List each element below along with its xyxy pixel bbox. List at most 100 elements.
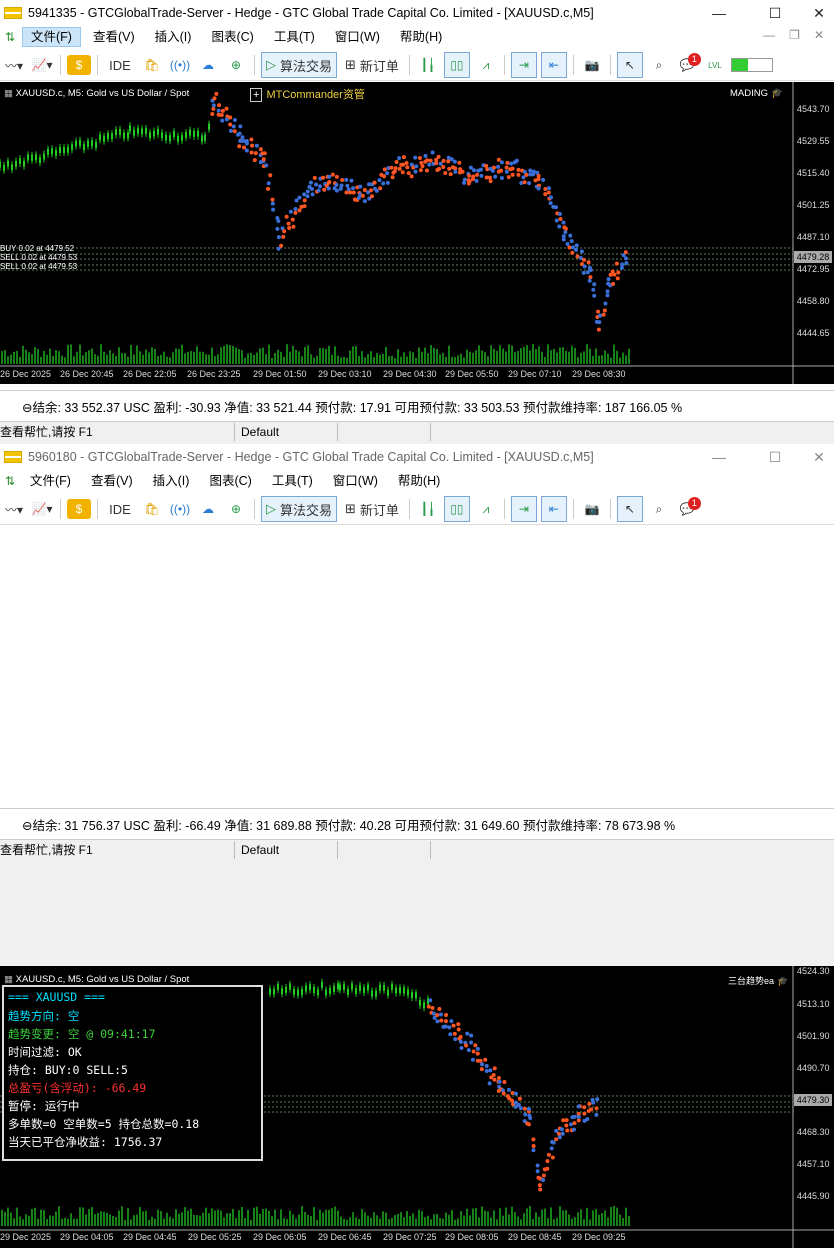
- menu-window[interactable]: 窗口(W): [325, 472, 386, 490]
- order-marker: [436, 154, 441, 159]
- bar-chart-icon[interactable]: ┃╽: [416, 53, 440, 77]
- title-bar[interactable]: 5941335 - GTCGlobalTrade-Server - Hedge …: [0, 0, 834, 26]
- line-chart-icon[interactable]: 〰▾: [2, 53, 26, 77]
- mdi-restore-icon[interactable]: ❐: [789, 28, 800, 42]
- candlestick-icon[interactable]: ▯▯: [443, 496, 470, 522]
- menu-tools[interactable]: 工具(T): [264, 472, 321, 490]
- line-icon[interactable]: ⩘: [474, 497, 498, 521]
- candle-body: [95, 141, 97, 148]
- menu-window[interactable]: 窗口(W): [327, 28, 388, 46]
- ide-button[interactable]: IDE: [104, 497, 136, 521]
- price-chart[interactable]: ▦ XAUUSD.c, M5: Gold vs US Dollar / Spot…: [0, 966, 834, 1248]
- chart-canvas[interactable]: [0, 82, 834, 384]
- cloud-icon[interactable]: ☁: [196, 53, 220, 77]
- minimize-icon[interactable]: —: [696, 444, 742, 470]
- close-icon[interactable]: ✕: [796, 444, 834, 470]
- signal-icon[interactable]: ((•)): [168, 53, 192, 77]
- menu-tools[interactable]: 工具(T): [266, 28, 323, 46]
- order-marker: [470, 1057, 475, 1062]
- notification-badge: 1: [687, 497, 701, 510]
- order-marker: [487, 1081, 492, 1086]
- order-marker: [237, 131, 242, 136]
- chart-menu-icon[interactable]: ⇅: [2, 473, 18, 489]
- ea-box-icon: +: [250, 88, 263, 102]
- close-icon[interactable]: ✕: [796, 0, 834, 26]
- market-bag-icon[interactable]: 🛍: [140, 497, 164, 521]
- algo-trading-button[interactable]: ▷ 算法交易: [261, 52, 338, 78]
- chart-shift-icon[interactable]: ⇤: [540, 52, 567, 78]
- toolbar-separator: [60, 55, 61, 75]
- cursor-icon[interactable]: ↖: [616, 496, 643, 522]
- market-bag-icon[interactable]: 🛍: [140, 53, 164, 77]
- order-marker: [404, 161, 409, 166]
- candle-body: [31, 154, 33, 161]
- search-icon[interactable]: ⌕: [647, 497, 671, 521]
- bar-chart-icon[interactable]: ┃╽: [416, 497, 440, 521]
- order-marker: [460, 169, 465, 174]
- cloud-icon[interactable]: ☁: [196, 497, 220, 521]
- candle-body: [337, 983, 339, 990]
- chart-type-icon[interactable]: 📈▾: [30, 53, 54, 77]
- order-marker: [531, 172, 536, 177]
- order-marker: [624, 261, 629, 266]
- ide-button[interactable]: IDE: [104, 53, 136, 77]
- menu-help[interactable]: 帮助(H): [390, 472, 448, 490]
- order-marker: [339, 183, 344, 188]
- notifications-icon[interactable]: 💬 1: [675, 497, 701, 521]
- order-marker: [553, 205, 558, 210]
- profile-name[interactable]: Default: [235, 841, 338, 859]
- candlestick-icon[interactable]: ▯▯: [443, 52, 470, 78]
- mdi-minimize-icon[interactable]: —: [763, 28, 775, 42]
- dollar-icon[interactable]: $: [67, 55, 91, 75]
- notifications-icon[interactable]: 💬 1: [675, 53, 701, 77]
- line-chart-icon[interactable]: 〰▾: [2, 497, 26, 521]
- new-order-button[interactable]: ⊞ 新订单: [341, 53, 403, 77]
- lvl-icon[interactable]: LVL: [703, 53, 727, 77]
- menu-view[interactable]: 查看(V): [85, 28, 143, 46]
- menu-file[interactable]: 文件(F): [22, 472, 79, 490]
- candle-body: [313, 987, 315, 994]
- maximize-icon[interactable]: ☐: [752, 0, 798, 26]
- cursor-icon[interactable]: ↖: [616, 52, 643, 78]
- dollar-icon[interactable]: $: [67, 499, 91, 519]
- menu-file[interactable]: 文件(F): [22, 27, 81, 47]
- order-marker: [266, 186, 271, 191]
- order-marker: [290, 217, 295, 222]
- search-icon[interactable]: ⌕: [647, 53, 671, 77]
- vps-icon[interactable]: ⊕: [224, 497, 248, 521]
- screenshot-icon[interactable]: 📷: [580, 497, 604, 521]
- menu-help[interactable]: 帮助(H): [392, 28, 450, 46]
- mdi-close-icon[interactable]: ✕: [814, 28, 824, 42]
- menu-insert[interactable]: 插入(I): [145, 472, 198, 490]
- order-marker: [435, 1019, 440, 1024]
- order-marker: [549, 1146, 554, 1151]
- new-order-button[interactable]: ⊞ 新订单: [341, 497, 403, 521]
- menu-chart[interactable]: 图表(C): [201, 472, 259, 490]
- autoscroll-icon[interactable]: ⇥: [510, 496, 537, 522]
- signal-icon[interactable]: ((•)): [168, 497, 192, 521]
- order-marker: [516, 172, 521, 177]
- bottom-status-strip: 查看帮忙,请按 F1 Default: [0, 421, 834, 442]
- order-marker: [456, 1027, 461, 1032]
- order-marker: [623, 256, 628, 261]
- order-marker: [606, 277, 611, 282]
- chart-type-icon[interactable]: 📈▾: [30, 497, 54, 521]
- menu-chart[interactable]: 图表(C): [203, 28, 261, 46]
- screenshot-icon[interactable]: 📷: [580, 53, 604, 77]
- order-marker: [302, 204, 307, 209]
- chart-menu-icon[interactable]: ⇅: [2, 29, 18, 45]
- candle-body: [173, 130, 175, 137]
- algo-trading-button[interactable]: ▷ 算法交易: [261, 496, 338, 522]
- profile-name[interactable]: Default: [235, 423, 338, 441]
- title-bar[interactable]: 5960180 - GTCGlobalTrade-Server - Hedge …: [0, 444, 834, 470]
- panel-line: 趋势方向: 空: [8, 1009, 80, 1023]
- menu-view[interactable]: 查看(V): [83, 472, 141, 490]
- chart-shift-icon[interactable]: ⇤: [540, 496, 567, 522]
- autoscroll-icon[interactable]: ⇥: [510, 52, 537, 78]
- vps-icon[interactable]: ⊕: [224, 53, 248, 77]
- minimize-icon[interactable]: —: [696, 0, 742, 26]
- line-icon[interactable]: ⩘: [474, 53, 498, 77]
- price-chart[interactable]: ▦ XAUUSD.c, M5: Gold vs US Dollar / Spot…: [0, 82, 834, 384]
- menu-insert[interactable]: 插入(I): [147, 28, 200, 46]
- maximize-icon[interactable]: ☐: [752, 444, 798, 470]
